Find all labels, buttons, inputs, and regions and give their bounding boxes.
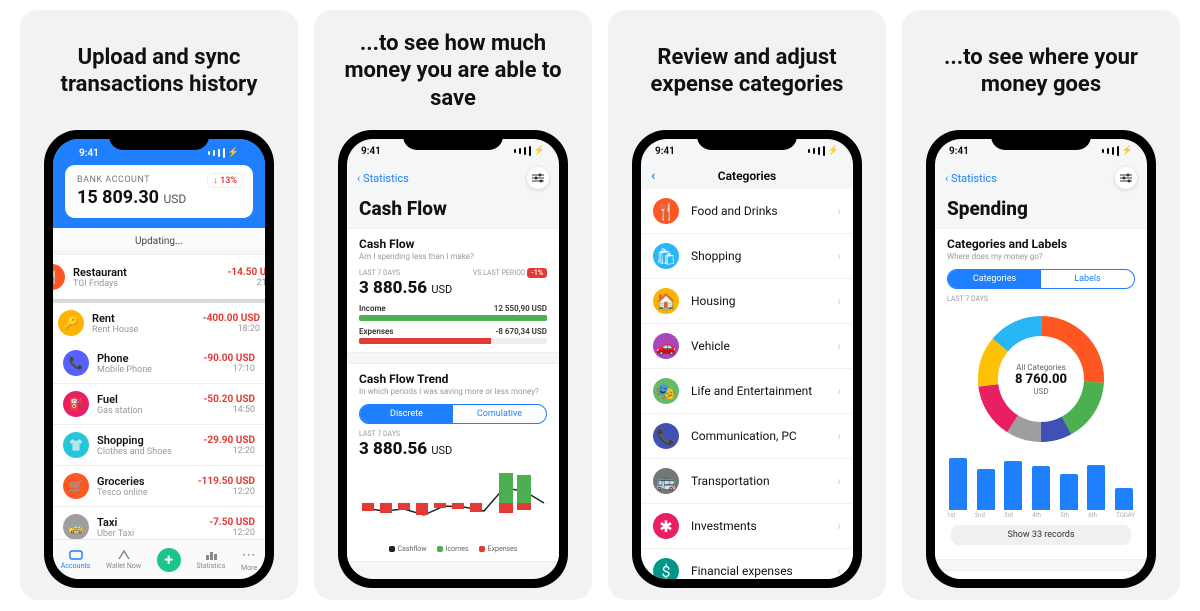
chevron-right-icon: › [837,474,841,488]
category-row[interactable]: 🚌 Transportation› [641,459,853,504]
tab-statistics[interactable]: Statistics [196,549,225,570]
panel-3: Review and adjust expense categories 9:4… [608,10,886,600]
panel-2: ...to see how much money you are able to… [314,10,592,600]
tab-more[interactable]: ⋯More [241,547,257,572]
category-row[interactable]: 🎭 Life and Entertainment› [641,369,853,414]
back-button[interactable]: ‹ Statistics [945,172,997,185]
chart-legend: Cashflow Icomes Expenses [359,545,547,553]
category-icon: 🔑 [58,310,84,336]
category-icon: 🚌 [653,468,679,494]
category-icon: ⛽ [63,391,89,417]
tab-accounts[interactable]: Accounts [61,549,91,570]
segment-control[interactable]: CategoriesLabels [947,269,1135,289]
chevron-right-icon: › [837,384,841,398]
category-icon: 🍴 [653,198,679,224]
transaction-row[interactable]: 🔑 RentRent House -400.00 USD18:20 [53,303,265,343]
category-list[interactable]: 🍴 Food and Drinks›🛍 Shopping›🏠 Housing›🚗… [641,189,853,579]
nav-bar: ‹ Statistics [935,163,1147,193]
chevron-right-icon: › [837,564,841,578]
phone-frame: 9:41 ⚡ ‹ Categories 🍴 Food and Drinks›🛍 … [632,130,862,588]
category-icon: ✱ [653,513,679,539]
trend-section: Cash Flow Trend In which periods I was s… [347,363,559,562]
chevron-right-icon: › [837,429,841,443]
transaction-row[interactable]: 🛒 GroceriesTesco online -119.50 USD12:20 [53,466,265,507]
settings-icon[interactable] [527,167,549,189]
category-row[interactable]: 🏠 Housing› [641,279,853,324]
transaction-list[interactable]: 🍴 RestaurantTGI Fridays -14.50 USD21:30🔑… [53,255,265,548]
nav-bar: ‹ Categories [641,163,853,189]
category-icon: 👕 [63,432,89,458]
chevron-right-icon: › [837,294,841,308]
add-button[interactable]: + [157,548,181,572]
panel-3-title: Review and adjust expense categories [618,26,876,116]
category-icon: 🚗 [653,333,679,359]
chevron-right-icon: › [837,519,841,533]
category-icon: 🚕 [63,514,89,540]
category-row[interactable]: 🍴 Food and Drinks› [641,189,853,234]
category-row[interactable]: ✱ Investments› [641,504,853,549]
balance-card[interactable]: BANK ACCOUNT 15 809.30 USD ↓ 13% [65,165,253,218]
tab-wallet[interactable]: Wallet Now [106,549,141,570]
category-icon: 🍴 [53,264,65,290]
transaction-row[interactable]: ⛽ FuelGas station -50.20 USD14:50 [53,384,265,425]
bar-chart [947,455,1135,510]
panel-4: ...to see where your money goes 9:41 ⚡ ‹… [902,10,1180,600]
panel-1-title: Upload and sync transactions history [30,26,288,116]
tab-bar: Accounts Wallet Now + Statistics ⋯More [53,539,265,579]
category-icon: 🏠 [653,288,679,314]
category-icon: 🛒 [63,473,89,499]
category-icon: $ [653,558,679,579]
category-row[interactable]: 🚗 Vehicle› [641,324,853,369]
transaction-row[interactable]: 👕 ShoppingClothes and Shoes -29.90 USD12… [53,425,265,466]
settings-icon[interactable] [1115,167,1137,189]
category-icon: 📞 [63,350,89,376]
change-badge: ↓ 13% [207,173,243,188]
back-button[interactable]: ‹ Statistics [357,172,409,185]
phone-frame: 9:41 ⚡ ‹ Statistics Spending Categories … [926,130,1156,588]
chevron-right-icon: › [837,249,841,263]
status-icons: ⚡ [208,148,239,158]
phone-frame: 9:41 ⚡ BANK ACCOUNT 15 809.30 USD ↓ 13% … [44,130,274,588]
phone-frame: 9:41 ⚡ ‹ Statistics Cash Flow Cash Flow … [338,130,568,588]
segment-control[interactable]: DiscreteComulative [359,404,547,424]
back-button[interactable]: ‹ [651,168,655,184]
updating-label: Updating... [53,228,265,255]
category-icon: 🛍 [653,243,679,269]
category-icon: 📞 [653,423,679,449]
panel-2-title: ...to see how much money you are able to… [324,26,582,116]
transaction-row[interactable]: 📞 PhoneMobile Phone -90.00 USD17:10 [53,343,265,384]
category-icon: 🎭 [653,378,679,404]
show-records-button[interactable]: Show 33 records [951,525,1131,545]
categories-section: Categories and Labels Where does my mone… [935,228,1147,560]
nav-bar: ‹ Statistics [347,163,559,193]
bar-axis: 1st2nd3rd4th5th6thTODAY [947,512,1135,519]
transaction-row[interactable]: 🍴 RestaurantTGI Fridays -14.50 USD21:30 [53,255,265,299]
page-title: Spending [935,193,1147,228]
category-row[interactable]: $ Financial expenses› [641,549,853,579]
trend-chart [359,463,549,543]
donut-chart: All Categories 8 760.00 USD [971,309,1111,449]
panel-4-title: ...to see where your money goes [912,26,1170,116]
category-row[interactable]: 🛍 Shopping› [641,234,853,279]
next-section: The Nature of Spending [935,570,1147,579]
cashflow-section: Cash Flow Am I spending less than I make… [347,228,559,353]
balance-amount: 15 809.30 [77,187,159,208]
page-title: Categories [718,169,776,183]
chevron-right-icon: › [837,204,841,218]
category-row[interactable]: 📞 Communication, PC› [641,414,853,459]
page-title: Cash Flow [347,193,559,228]
chevron-right-icon: › [837,339,841,353]
panel-1: Upload and sync transactions history 9:4… [20,10,298,600]
